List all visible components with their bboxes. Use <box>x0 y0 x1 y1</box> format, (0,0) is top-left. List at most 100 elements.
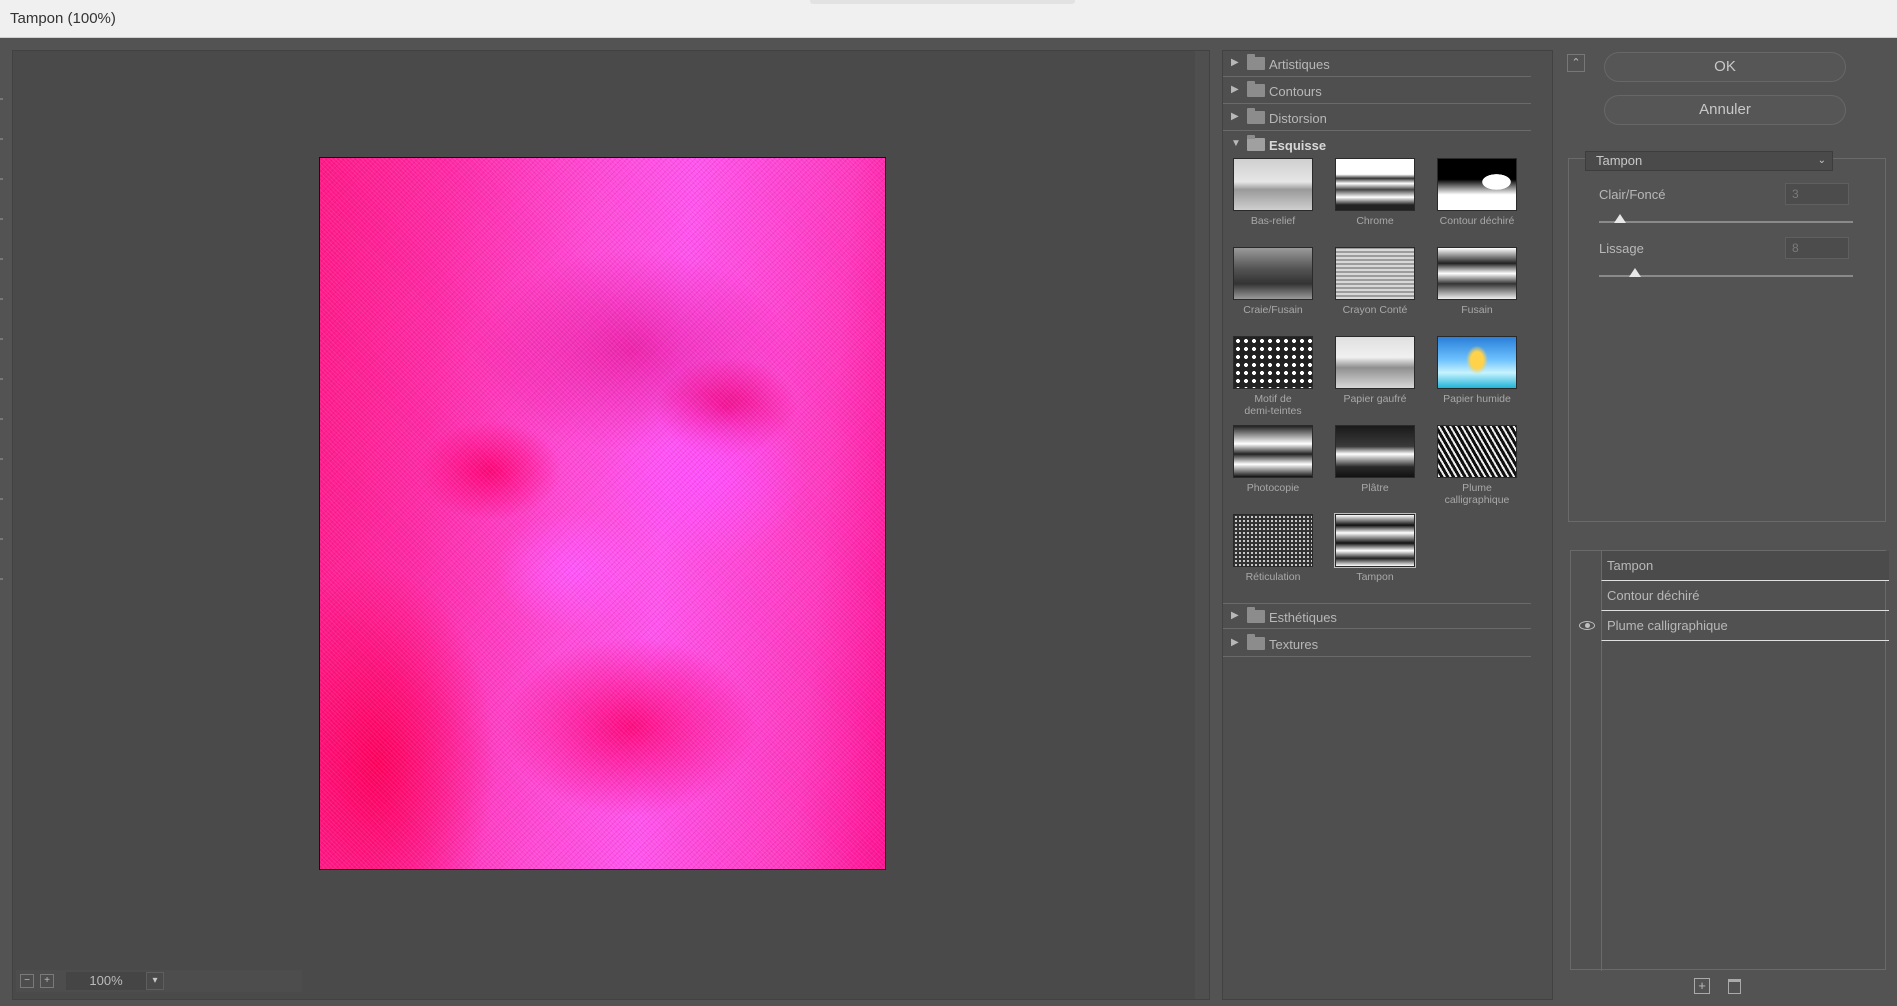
layer-tampon[interactable]: Tampon <box>1571 551 1889 581</box>
platre-thumbnail <box>1335 425 1415 478</box>
craie-fusain-thumbnail <box>1233 247 1313 300</box>
filter-label: Photocopie <box>1246 482 1300 494</box>
zoom-value[interactable]: 100% <box>66 972 146 990</box>
ok-button[interactable]: OK <box>1604 52 1846 82</box>
filter-papier-humide[interactable]: Papier humide <box>1435 336 1519 405</box>
layer-name: Plume calligraphique <box>1607 618 1728 633</box>
layer-plume-calligraphique[interactable]: Plume calligraphique <box>1571 611 1889 641</box>
bas-relief-thumbnail <box>1233 158 1313 211</box>
chevron-right-icon: ▶ <box>1231 637 1239 648</box>
chrome-thumbnail <box>1335 158 1415 211</box>
filter-settings-panel: Tampon ⌄ Clair/Foncé 3 Lissage 8 <box>1568 151 1886 522</box>
filter-label: Craie/Fusain <box>1243 304 1303 316</box>
filter-label: Plâtre <box>1361 482 1389 494</box>
lissage-slider[interactable] <box>1599 268 1853 277</box>
category-esquisse[interactable]: ▼ Esquisse <box>1223 132 1531 158</box>
folder-icon <box>1247 108 1265 124</box>
trash-icon[interactable] <box>1728 979 1741 994</box>
filter-gallery-dialog: − + 100% ▾ ▶ Artistiques ▶ Contours ▶ Di… <box>0 38 1897 1006</box>
filter-label: Plume calligraphique <box>1444 482 1510 506</box>
filter-crayon-conte[interactable]: Crayon Conté <box>1333 247 1417 316</box>
filter-label: Crayon Conté <box>1342 304 1408 316</box>
visibility-toggle[interactable] <box>1571 551 1601 581</box>
filter-select-value: Tampon <box>1596 153 1643 168</box>
settings-column: ⌃ OK Annuler Tampon ⌄ Clair/Foncé 3 Liss… <box>1564 50 1889 1000</box>
motif-demi-teintes-thumbnail <box>1233 336 1313 389</box>
preview-pane[interactable] <box>12 50 1210 1000</box>
filter-motif-demi-teintes[interactable]: Motif de demi-teintes <box>1231 336 1315 417</box>
chevron-down-icon: ▼ <box>1231 138 1241 149</box>
chevron-right-icon: ▶ <box>1231 84 1239 95</box>
zoom-bar: − + 100% ▾ <box>16 970 302 992</box>
filter-plume-calligraphique[interactable]: Plume calligraphique <box>1435 425 1519 506</box>
param-label: Clair/Foncé <box>1599 187 1666 202</box>
open-folder-icon <box>1247 135 1265 151</box>
zoom-in-icon[interactable]: + <box>40 974 54 988</box>
chevron-right-icon: ▶ <box>1231 610 1239 621</box>
filter-contour-dechire[interactable]: Contour déchiré <box>1435 158 1519 227</box>
category-contours[interactable]: ▶ Contours <box>1223 78 1531 104</box>
window-title: Tampon (100%) <box>10 10 116 27</box>
filter-platre[interactable]: Plâtre <box>1333 425 1417 494</box>
layer-actions: + <box>1694 978 1754 998</box>
visibility-toggle[interactable] <box>1571 611 1601 641</box>
filter-photocopie[interactable]: Photocopie <box>1231 425 1315 494</box>
clair-fonce-slider[interactable] <box>1599 214 1853 223</box>
filter-chrome[interactable]: Chrome <box>1333 158 1417 227</box>
lissage-input[interactable]: 8 <box>1785 237 1849 259</box>
filter-reticulation[interactable]: Réticulation <box>1231 514 1315 583</box>
collapse-gallery-icon[interactable]: ⌃ <box>1567 54 1585 72</box>
filter-tampon[interactable]: Tampon <box>1333 513 1417 583</box>
folder-icon <box>1247 607 1265 623</box>
category-textures[interactable]: ▶ Textures <box>1223 631 1531 657</box>
effect-layers-panel: Tampon Contour déchiré Plume calligraphi… <box>1570 550 1889 971</box>
fusain-thumbnail <box>1437 247 1517 300</box>
filter-select[interactable]: Tampon ⌄ <box>1585 151 1833 171</box>
chevron-down-icon[interactable]: ▾ <box>146 972 164 990</box>
title-bar: Tampon (100%) <box>0 0 1897 38</box>
new-effect-layer-icon[interactable]: + <box>1694 978 1710 994</box>
category-label: Distorsion <box>1269 111 1327 126</box>
category-label: Artistiques <box>1269 57 1330 72</box>
crayon-conte-thumbnail <box>1335 247 1415 300</box>
tampon-thumbnail <box>1334 513 1416 568</box>
category-artistiques[interactable]: ▶ Artistiques <box>1223 51 1531 77</box>
visibility-toggle[interactable] <box>1571 581 1601 611</box>
category-label: Textures <box>1269 637 1319 652</box>
stamp-texture <box>320 158 885 869</box>
photocopie-thumbnail <box>1233 425 1313 478</box>
clair-fonce-input[interactable]: 3 <box>1785 183 1849 205</box>
left-edge-ruler <box>0 98 4 618</box>
slider-handle[interactable] <box>1614 214 1627 223</box>
folder-icon <box>1247 634 1265 650</box>
layer-name: Contour déchiré <box>1607 588 1700 603</box>
filter-papier-gaufre[interactable]: Papier gaufré <box>1333 336 1417 405</box>
filter-bas-relief[interactable]: Bas-relief <box>1231 158 1315 227</box>
filter-fusain[interactable]: Fusain <box>1435 247 1519 316</box>
filter-label: Papier humide <box>1443 393 1511 405</box>
category-esthetiques[interactable]: ▶ Esthétiques <box>1223 603 1531 629</box>
title-grip[interactable] <box>810 0 1075 4</box>
category-label: Esquisse <box>1269 138 1327 153</box>
chevron-right-icon: ▶ <box>1231 111 1239 122</box>
filter-label: Fusain <box>1461 304 1493 316</box>
slider-handle[interactable] <box>1629 268 1642 277</box>
preview-image[interactable] <box>319 157 886 870</box>
param-label: Lissage <box>1599 241 1644 256</box>
filter-craie-fusain[interactable]: Craie/Fusain <box>1231 247 1315 316</box>
layer-contour-dechire[interactable]: Contour déchiré <box>1571 581 1889 611</box>
filter-label: Tampon <box>1356 571 1394 583</box>
contour-dechire-thumbnail <box>1437 158 1517 211</box>
cancel-button[interactable]: Annuler <box>1604 95 1846 125</box>
filter-label: Contour déchiré <box>1439 215 1515 227</box>
plume-calligraphique-thumbnail <box>1437 425 1517 478</box>
zoom-out-icon[interactable]: − <box>20 974 34 988</box>
filter-label: Bas-relief <box>1250 215 1296 227</box>
category-label: Contours <box>1269 84 1322 99</box>
category-distorsion[interactable]: ▶ Distorsion <box>1223 105 1531 131</box>
filter-label: Papier gaufré <box>1343 393 1407 405</box>
papier-gaufre-thumbnail <box>1335 336 1415 389</box>
preview-scrollbar[interactable] <box>1195 51 1209 999</box>
filter-label: Chrome <box>1356 215 1394 227</box>
layer-name: Tampon <box>1607 558 1654 573</box>
